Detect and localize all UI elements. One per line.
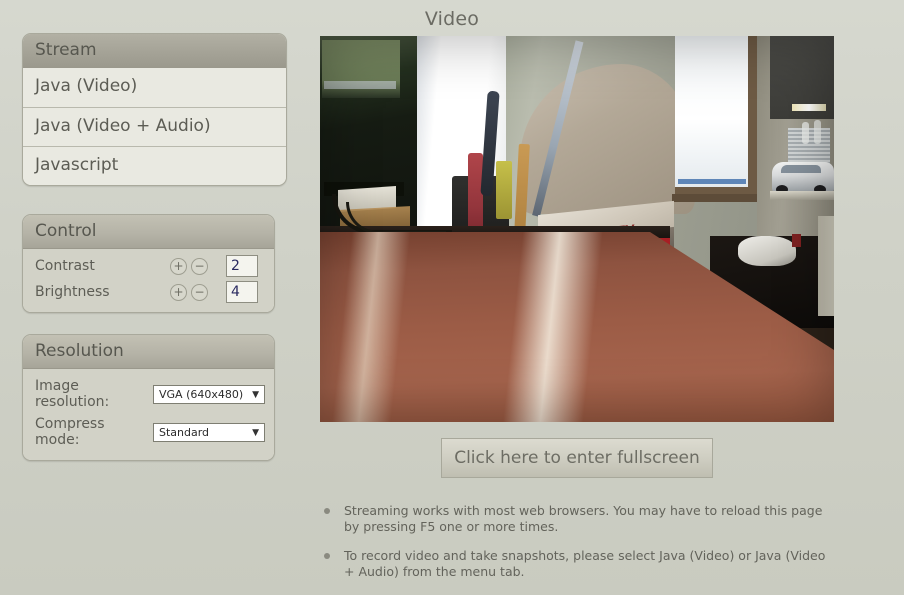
stream-menu-list: Java (Video) Java (Video + Audio) Javasc… [23,68,286,186]
image-resolution-label: Image resolution: [35,378,110,411]
compress-mode-row: Compress mode: Standard ▼ [23,413,274,451]
stream-menu-item-java-video-audio[interactable]: Java (Video + Audio) [23,107,286,147]
brightness-label: Brightness [35,284,110,301]
contrast-row: Contrast + − [23,253,274,279]
video-scene-vignette [320,36,834,422]
contrast-value-input[interactable] [226,255,258,278]
brightness-value-input[interactable] [226,281,258,304]
note-text: Streaming works with most web browsers. … [344,503,823,534]
compress-mode-label: Compress mode: [35,416,105,449]
contrast-increase-button[interactable]: + [170,257,187,275]
enter-fullscreen-button[interactable]: Click here to enter fullscreen [441,438,713,478]
stream-menu-item-javascript[interactable]: Javascript [23,146,286,186]
note-item-record: To record video and take snapshots, plea… [320,548,830,580]
brightness-decrease-button[interactable]: − [191,283,208,301]
resolution-panel: Resolution Image resolution: VGA (640x48… [22,334,275,462]
bullet-icon [324,553,330,559]
stream-panel-header: Stream [23,34,286,69]
compress-mode-select[interactable]: Standard ▼ [153,422,265,442]
stream-menu-item-java-video[interactable]: Java (Video) [23,68,286,108]
brightness-row: Brightness + − [23,279,274,305]
compress-mode-value: Standard [159,425,210,439]
image-resolution-row: Image resolution: VGA (640x480) ▼ [23,375,274,413]
image-resolution-value: VGA (640x480) [159,387,244,401]
chevron-down-icon: ▼ [252,389,259,400]
note-item-streaming: Streaming works with most web browsers. … [320,503,830,535]
contrast-decrease-button[interactable]: − [191,257,208,275]
resolution-rows: Image resolution: VGA (640x480) ▼ Compre… [23,369,274,461]
bullet-icon [324,508,330,514]
resolution-panel-header: Resolution [23,335,274,370]
note-text: To record video and take snapshots, plea… [344,548,826,579]
chevron-down-icon: ▼ [252,427,259,438]
video-stream-view[interactable]: CCTV SECURITY SYSTEM [320,36,834,422]
page-title: Video [424,8,480,30]
control-rows: Contrast + − Brightness + − [23,249,274,313]
page-root: Video Stream Java (Video) Java (Video + … [0,0,904,595]
brightness-increase-button[interactable]: + [170,283,187,301]
control-panel-header: Control [23,215,274,250]
control-panel: Control Contrast + − Brightness + − [22,214,275,314]
image-resolution-select[interactable]: VGA (640x480) ▼ [153,384,265,404]
notes-list: Streaming works with most web browsers. … [320,503,830,593]
stream-panel: Stream Java (Video) Java (Video + Audio)… [22,33,287,187]
contrast-label: Contrast [35,258,95,275]
